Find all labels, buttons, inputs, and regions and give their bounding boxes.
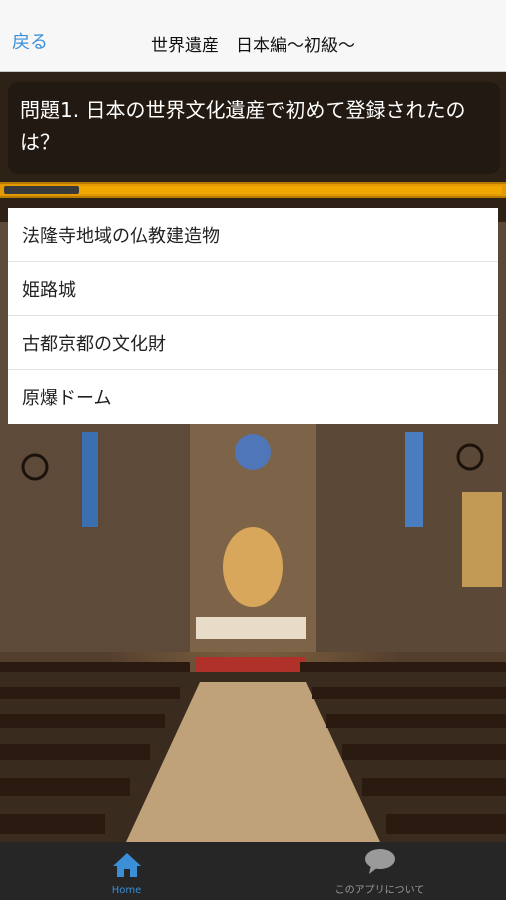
question-panel: 問題1. 日本の世界文化遺産で初めて登録されたのは？ <box>8 82 500 174</box>
page-title: 世界遺産 日本編〜初級〜 <box>151 36 355 56</box>
answer-option-1[interactable]: 法隆寺地域の仏教建造物 <box>8 208 498 262</box>
tab-home[interactable]: Home <box>0 842 253 900</box>
tab-about-app[interactable]: このアプリについて <box>253 842 506 900</box>
progress-bar <box>0 182 506 198</box>
navigation-bar: 戻る 世界遺産 日本編〜初級〜 <box>0 0 506 72</box>
progress-fill <box>4 186 79 194</box>
answer-list: 法隆寺地域の仏教建造物 姫路城 古都京都の文化財 原爆ドーム <box>8 208 498 424</box>
tab-bar: Home このアプリについて <box>0 842 506 900</box>
question-text: 問題1. 日本の世界文化遺産で初めて登録されたのは？ <box>20 98 466 154</box>
house-icon <box>112 851 142 883</box>
tab-home-label: Home <box>111 885 142 896</box>
answer-option-2[interactable]: 姫路城 <box>8 262 498 316</box>
answer-option-3[interactable]: 古都京都の文化財 <box>8 316 498 370</box>
speech-bubble-icon <box>363 847 397 879</box>
answer-option-4[interactable]: 原爆ドーム <box>8 370 498 424</box>
tab-about-label: このアプリについて <box>334 885 425 896</box>
